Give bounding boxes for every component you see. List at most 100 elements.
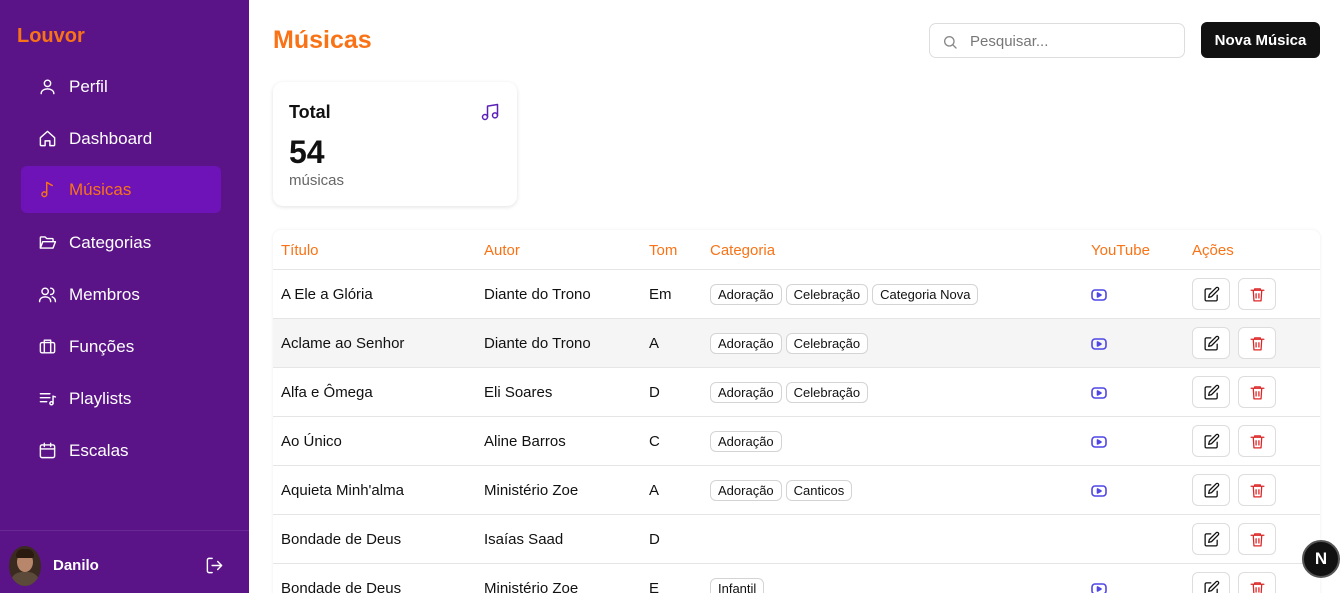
category-tag: Celebração: [785, 382, 869, 403]
sidebar-item-categorias[interactable]: Categorias: [21, 219, 221, 266]
edit-icon: [1203, 384, 1220, 401]
calendar-icon: [37, 441, 57, 461]
youtube-icon[interactable]: [1091, 337, 1107, 351]
delete-button[interactable]: [1238, 572, 1276, 593]
cell-titulo: Aclame ao Senhor: [281, 335, 405, 352]
category-tags: Adoração Celebração Categoria Nova: [710, 284, 979, 305]
delete-button[interactable]: [1238, 474, 1276, 506]
sidebar-item-label: Dashboard: [69, 128, 153, 148]
stat-title: Total: [289, 102, 331, 122]
sidebar-item-escalas[interactable]: Escalas: [21, 427, 221, 474]
sidebar-item-label: Escalas: [69, 440, 129, 460]
search-box[interactable]: [929, 23, 1185, 58]
delete-button[interactable]: [1238, 523, 1276, 555]
sidebar-footer: Danilo: [0, 530, 249, 593]
delete-button[interactable]: [1238, 327, 1276, 359]
sidebar-item-label: Playlists: [69, 388, 132, 408]
avatar[interactable]: [9, 546, 41, 586]
delete-button[interactable]: [1238, 425, 1276, 457]
category-tag: Adoração: [710, 382, 782, 403]
category-tag: Categoria Nova: [872, 284, 979, 305]
cell-autor: Ministério Zoe: [484, 580, 579, 593]
dev-tools-badge[interactable]: N: [1302, 540, 1340, 578]
sidebar-item-label: Membros: [69, 284, 140, 304]
youtube-icon[interactable]: [1091, 288, 1107, 302]
cell-tom: E: [649, 580, 660, 593]
logout-icon[interactable]: [205, 556, 225, 576]
sidebar-item-dashboard[interactable]: Dashboard: [21, 115, 221, 162]
music-note-icon: [37, 180, 57, 200]
edit-button[interactable]: [1192, 278, 1230, 310]
cell-autor: Eli Soares: [484, 384, 553, 401]
youtube-icon[interactable]: [1091, 386, 1107, 400]
list-music-icon: [37, 389, 57, 409]
youtube-icon[interactable]: [1091, 435, 1107, 449]
cell-titulo: Aquieta Minh'alma: [281, 482, 404, 499]
cell-autor: Diante do Trono: [484, 335, 591, 352]
trash-icon: [1249, 335, 1266, 352]
music-table: Título Autor Tom Categoria YouTube Ações…: [273, 230, 1320, 593]
cell-tom: A: [649, 482, 660, 499]
trash-icon: [1249, 286, 1266, 303]
cell-tom: Em: [649, 286, 672, 303]
category-tag: Celebração: [785, 333, 869, 354]
category-tag: Infantil: [710, 578, 765, 593]
column-header-tom: Tom: [649, 242, 678, 259]
column-header-acoes: Ações: [1192, 242, 1234, 259]
category-tag: Celebração: [785, 284, 869, 305]
sidebar-item-label: Perfil: [69, 76, 108, 96]
sidebar-item-funcoes[interactable]: Funções: [21, 323, 221, 370]
table-header: Título Autor Tom Categoria YouTube Ações: [273, 230, 1320, 270]
cell-titulo: Ao Único: [281, 433, 342, 450]
cell-tom: D: [649, 384, 660, 401]
delete-button[interactable]: [1238, 278, 1276, 310]
table-row: Ao Único Aline Barros C Adoração: [273, 417, 1320, 466]
stat-unit: músicas: [289, 172, 345, 189]
table-row: Aquieta Minh'alma Ministério Zoe A Adoração…: [273, 466, 1320, 515]
cell-titulo: Bondade de Deus: [281, 580, 402, 593]
category-tags: Adoração Canticos: [710, 480, 853, 501]
category-tag: Adoração: [710, 480, 782, 501]
edit-button[interactable]: [1192, 523, 1230, 555]
edit-icon: [1203, 335, 1220, 352]
edit-button[interactable]: [1192, 327, 1230, 359]
edit-button[interactable]: [1192, 572, 1230, 593]
sidebar-item-membros[interactable]: Membros: [21, 271, 221, 318]
sidebar: Louvor Perfil Dashboard Músicas Categori…: [0, 0, 249, 593]
new-music-button[interactable]: Nova Música: [1201, 22, 1320, 58]
category-tags: Adoração: [710, 431, 782, 452]
category-tag: Canticos: [785, 480, 853, 501]
sidebar-item-musicas[interactable]: Músicas: [21, 166, 221, 213]
page-title: Músicas: [273, 26, 372, 54]
cell-titulo: A Ele a Glória: [281, 286, 373, 303]
briefcase-icon: [37, 337, 57, 357]
sidebar-item-label: Funções: [69, 336, 135, 356]
youtube-icon[interactable]: [1091, 484, 1107, 498]
sidebar-item-playlists[interactable]: Playlists: [21, 375, 221, 422]
sidebar-item-perfil[interactable]: Perfil: [21, 63, 221, 110]
cell-tom: D: [649, 531, 660, 548]
edit-button[interactable]: [1192, 474, 1230, 506]
search-icon: [942, 34, 958, 50]
trash-icon: [1249, 531, 1266, 548]
cell-autor: Isaías Saad: [484, 531, 564, 548]
search-input[interactable]: [970, 31, 1170, 51]
trash-icon: [1249, 580, 1266, 593]
brand-logo[interactable]: Louvor: [17, 25, 85, 48]
sidebar-item-label: Músicas: [69, 179, 132, 199]
edit-icon: [1203, 580, 1220, 593]
folder-open-icon: [37, 233, 57, 253]
edit-button[interactable]: [1192, 425, 1230, 457]
category-tag: Adoração: [710, 284, 782, 305]
edit-icon: [1203, 286, 1220, 303]
cell-autor: Ministério Zoe: [484, 482, 579, 499]
column-header-categoria: Categoria: [710, 242, 776, 259]
users-icon: [37, 285, 57, 305]
delete-button[interactable]: [1238, 376, 1276, 408]
cell-autor: Diante do Trono: [484, 286, 591, 303]
stat-value: 54: [289, 134, 325, 170]
edit-button[interactable]: [1192, 376, 1230, 408]
youtube-icon[interactable]: [1091, 582, 1107, 593]
category-tag: Adoração: [710, 333, 782, 354]
table-row: Bondade de Deus Isaías Saad D: [273, 515, 1320, 564]
